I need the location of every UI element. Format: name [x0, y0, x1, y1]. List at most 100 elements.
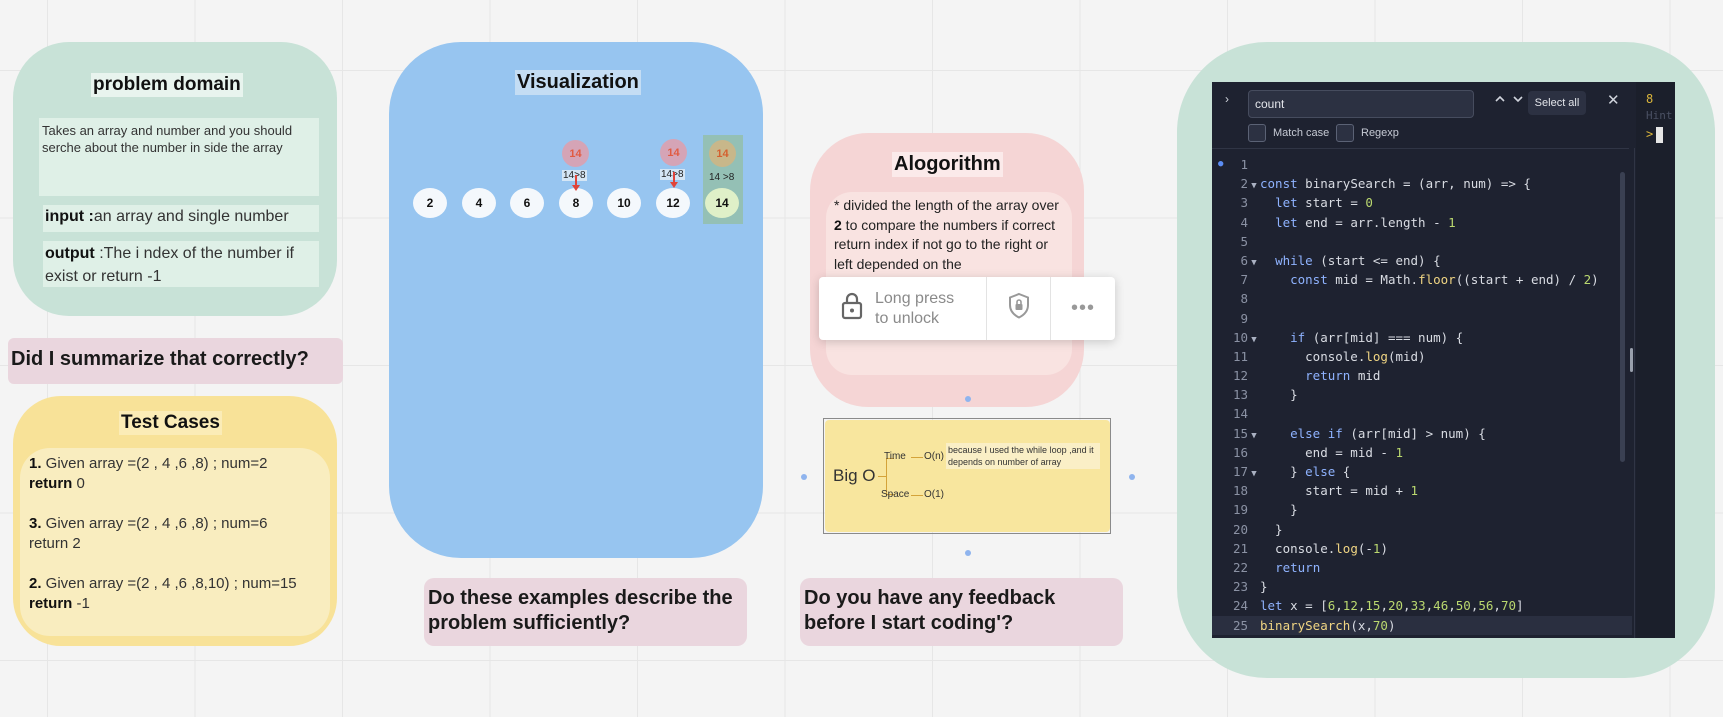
search-pointer[interactable]: 14: [562, 140, 589, 167]
selection-handle[interactable]: [1129, 474, 1135, 480]
code-line: 4 let end = arr.length - 1: [1240, 214, 1456, 230]
space-complexity[interactable]: O(1): [924, 489, 944, 500]
select-all-button[interactable]: Select all: [1528, 91, 1586, 115]
array-cell-target[interactable]: 14: [705, 188, 739, 218]
console-prompt: >: [1646, 127, 1654, 141]
unlock-label-line2: to unlock: [875, 309, 940, 327]
test-case-1-return-label: return: [29, 475, 73, 492]
algorithm-text: * divided the length of the array over 2…: [834, 196, 1066, 274]
test-case-3-number: 3.: [29, 515, 42, 532]
examples-question-note[interactable]: Do these examples describe the problem s…: [424, 578, 747, 646]
array-cell[interactable]: 4: [462, 188, 496, 218]
panel-resize-handle[interactable]: [1630, 348, 1633, 372]
pointer-arrowhead: [572, 185, 580, 191]
algorithm-text-part: * divided the length of the array over: [834, 197, 1059, 213]
shield-lock-icon: [1007, 292, 1031, 325]
selection-handle[interactable]: [965, 396, 971, 402]
console-output: 8: [1646, 92, 1654, 106]
output-note[interactable]: output :The i ndex of the number if exis…: [43, 241, 319, 287]
test-case-2-text: Given array =(2 , 4 ,6 ,8,10) ; num=15: [41, 575, 297, 592]
selection-handle[interactable]: [801, 474, 807, 480]
time-label[interactable]: Time: [884, 451, 906, 462]
test-case-2-return-label: return: [29, 595, 73, 612]
console-panel[interactable]: 8 Hint >: [1636, 82, 1675, 638]
code-line: 7 const mid = Math.floor((start + end) /…: [1240, 272, 1599, 288]
shield-lock-button[interactable]: [987, 277, 1051, 340]
code-line: 8: [1240, 291, 1248, 307]
test-cases-title: Test Cases: [119, 411, 222, 435]
code-line: 6 ▼ while (start <= end) {: [1240, 252, 1441, 268]
algorithm-title: Alogorithm: [892, 152, 1003, 177]
chevron-down-icon[interactable]: [1512, 93, 1524, 107]
search-input[interactable]: count: [1248, 90, 1474, 118]
chevron-right-icon[interactable]: ›: [1225, 92, 1229, 106]
big-o-explanation[interactable]: because I used the while loop ,and it de…: [946, 443, 1100, 469]
unlock-label-line1: Long press: [875, 289, 955, 307]
test-case-2-return-value: -1: [72, 595, 90, 612]
code-line: 20 }: [1232, 521, 1283, 537]
code-line: 5: [1240, 233, 1248, 249]
input-note[interactable]: input :an array and single number: [43, 205, 319, 232]
search-pointer[interactable]: 14: [660, 139, 687, 166]
code-line: 22 return: [1232, 559, 1321, 575]
pointer-arrowhead: [670, 182, 678, 188]
code-line: 1: [1240, 157, 1248, 172]
visualization-frame[interactable]: [389, 42, 763, 558]
code-line: 16 end = mid - 1: [1232, 444, 1403, 460]
test-cases-list[interactable]: 1. Given array =(2 , 4 ,6 ,8) ; num=2 ret…: [29, 454, 329, 634]
array-cell[interactable]: 10: [607, 188, 641, 218]
lock-toast[interactable]: Long press to unlock •••: [819, 277, 1115, 340]
code-lines[interactable]: 1 2 ▼ const binarySearch = (arr, num) => {…: [1212, 155, 1632, 635]
array-cell[interactable]: 12: [656, 188, 690, 218]
code-line: 18 start = mid + 1: [1232, 483, 1419, 499]
code-line: 3 let start = 0: [1240, 195, 1373, 211]
array-cell[interactable]: 6: [510, 188, 544, 218]
code-line: 17 ▼ } else {: [1232, 464, 1351, 479]
output-label: output: [45, 245, 95, 262]
editor-scrollbar[interactable]: [1620, 172, 1625, 462]
test-case-1-text: Given array =(2 , 4 ,6 ,8) ; num=2: [41, 455, 268, 472]
match-case-checkbox[interactable]: [1248, 124, 1266, 142]
unlock-label: Long press to unlock: [875, 289, 954, 329]
code-line: 15 ▼ else if (arr[mid] > num) {: [1232, 425, 1486, 441]
code-line: 23 }: [1232, 579, 1268, 595]
more-options-button[interactable]: •••: [1051, 277, 1115, 340]
test-case-3: 3. Given array =(2 , 4 ,6 ,8) ; num=6 ret…: [29, 514, 329, 554]
summarize-question-note[interactable]: Did I summarize that correctly?: [8, 338, 343, 384]
mindmap-connector: [911, 457, 923, 458]
test-case-2: 2. Given array =(2 , 4 ,6 ,8,10) ; num=1…: [29, 574, 329, 614]
chevron-up-icon[interactable]: [1494, 93, 1506, 107]
code-line: 13 }: [1232, 387, 1298, 403]
input-text: an array and single number: [93, 208, 289, 225]
code-editor[interactable]: › count Select all ✕ Match case Regexp ●…: [1212, 82, 1675, 638]
console-cursor[interactable]: [1656, 127, 1663, 143]
close-icon[interactable]: ✕: [1607, 91, 1620, 109]
code-line: 14: [1232, 406, 1248, 422]
mindmap-connector: [878, 476, 886, 477]
code-line: 10 ▼ if (arr[mid] === num) {: [1232, 329, 1464, 345]
visualization-title: Visualization: [515, 70, 641, 95]
search-pointer-found[interactable]: 14: [709, 140, 736, 167]
space-label[interactable]: Space: [881, 489, 909, 500]
comparison-label: 14 >8: [709, 172, 735, 183]
code-line: 11 console.log(mid): [1232, 348, 1426, 364]
code-line-active: 25 binarySearch(x,70): [1212, 615, 1632, 635]
lock-icon: [841, 292, 863, 325]
code-line: 19 }: [1232, 502, 1298, 518]
array-cell[interactable]: 8: [559, 188, 593, 218]
time-complexity[interactable]: O(n): [924, 451, 944, 462]
input-label: input :: [45, 208, 94, 225]
regexp-checkbox[interactable]: [1336, 124, 1354, 142]
feedback-question-note[interactable]: Do you have any feedback before I start …: [800, 578, 1123, 646]
problem-domain-description[interactable]: Takes an array and number and you should…: [39, 118, 319, 196]
selection-handle[interactable]: [965, 550, 971, 556]
array-cell[interactable]: 2: [413, 188, 447, 218]
long-press-unlock[interactable]: Long press to unlock: [819, 277, 987, 340]
mindmap-connector: [911, 495, 923, 496]
big-o-label[interactable]: Big O: [833, 466, 876, 486]
code-line: 24 let x = [6,12,15,20,33,46,50,56,70]: [1232, 598, 1524, 614]
test-case-1: 1. Given array =(2 , 4 ,6 ,8) ; num=2 ret…: [29, 454, 329, 494]
code-line: 2 ▼ const binarySearch = (arr, num) => {: [1240, 176, 1531, 192]
test-case-3-text: Given array =(2 , 4 ,6 ,8) ; num=6: [41, 515, 268, 532]
console-hint: Hint: [1646, 109, 1673, 122]
